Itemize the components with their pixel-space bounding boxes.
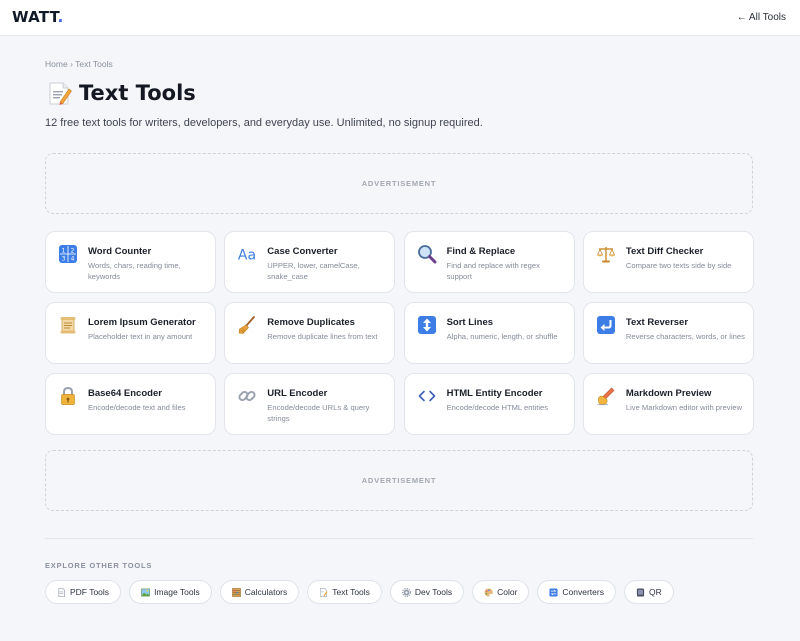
tool-title: Lorem Ipsum Generator bbox=[88, 317, 196, 328]
explore-link-dev-tools[interactable]: Dev Tools bbox=[389, 580, 465, 604]
page-title-row: Text Tools bbox=[45, 80, 196, 106]
tool-card-base64-encoder[interactable]: Base64 Encoder Encode/decode text and fi… bbox=[45, 373, 216, 435]
explore-link-pdf-tools[interactable]: PDF Tools bbox=[45, 580, 122, 604]
svg-text:2: 2 bbox=[71, 248, 75, 255]
tool-grid: 1 2 3 4 Word Counter Words, chars, readi… bbox=[45, 231, 754, 435]
writing-hand-icon bbox=[597, 387, 615, 406]
tool-card-lorem-ipsum-generator[interactable]: Lorem Ipsum Generator Placeholder text i… bbox=[45, 302, 216, 364]
lock-icon bbox=[61, 386, 75, 405]
tool-card-find-replace[interactable]: Find & Replace Find and replace with reg… bbox=[403, 231, 575, 293]
tool-card-sort-lines[interactable]: Sort Lines Alpha, numeric, length, or sh… bbox=[403, 302, 575, 364]
tool-title: Case Converter bbox=[267, 246, 338, 257]
scales-icon bbox=[596, 247, 616, 263]
explore-link-calculators[interactable]: Calculators bbox=[219, 580, 300, 604]
svg-text:Aa: Aa bbox=[238, 248, 256, 264]
gear-icon bbox=[401, 587, 411, 597]
qr-code-icon bbox=[636, 587, 645, 597]
tool-title: HTML Entity Encoder bbox=[446, 388, 543, 399]
abacus-icon bbox=[231, 587, 241, 597]
tool-title: Word Counter bbox=[88, 246, 152, 257]
magnifier-icon bbox=[417, 245, 437, 264]
svg-text:1: 1 bbox=[62, 248, 66, 255]
explore-link-converters[interactable]: Converters bbox=[537, 580, 616, 604]
swap-icon bbox=[549, 587, 558, 597]
explore-links: PDF Tools Image Tools Calculators Text T… bbox=[45, 580, 674, 604]
letters-aa-icon: Aa bbox=[238, 248, 256, 264]
breadcrumb-home[interactable]: Home bbox=[45, 59, 68, 69]
scroll-icon bbox=[60, 317, 76, 334]
tool-title: Find & Replace bbox=[446, 246, 516, 257]
breadcrumb-separator: › bbox=[70, 59, 73, 69]
tool-card-text-reverser[interactable]: Text Reverser Reverse characters, words,… bbox=[582, 302, 754, 364]
tool-description: Reverse characters, words, or lines bbox=[625, 332, 745, 341]
tool-description: Live Markdown editor with preview bbox=[625, 403, 742, 412]
page-title: Text Tools bbox=[79, 81, 196, 105]
tool-description: Words, chars, reading time, keywords bbox=[88, 261, 181, 281]
tool-card-html-entity-encoder[interactable]: HTML Entity Encoder Encode/decode HTML e… bbox=[403, 373, 575, 435]
tool-description: Encode/decode URLs & query strings bbox=[267, 403, 370, 423]
up-down-arrow-icon bbox=[417, 316, 436, 334]
tool-card-markdown-preview[interactable]: Markdown Preview Live Markdown editor wi… bbox=[582, 373, 754, 435]
page-subtitle: 12 free text tools for writers, develope… bbox=[45, 117, 483, 129]
link-icon bbox=[238, 390, 256, 402]
memo-icon bbox=[320, 587, 328, 597]
explore-link-label: Dev Tools bbox=[414, 587, 453, 597]
svg-text:4: 4 bbox=[71, 256, 75, 263]
tool-card-url-encoder[interactable]: URL Encoder Encode/decode URLs & query s… bbox=[224, 373, 396, 435]
explore-link-text-tools[interactable]: Text Tools bbox=[307, 580, 382, 604]
explore-link-label: Color bbox=[497, 587, 518, 597]
advertisement-bottom: ADVERTISEMENT bbox=[45, 450, 753, 511]
tool-card-remove-duplicates[interactable]: Remove Duplicates Remove duplicate lines… bbox=[224, 302, 396, 364]
logo[interactable]: WATT. bbox=[12, 8, 64, 26]
document-icon bbox=[58, 587, 66, 597]
explore-link-label: Image Tools bbox=[154, 587, 200, 597]
palette-icon bbox=[484, 587, 493, 597]
picture-icon bbox=[141, 588, 150, 596]
explore-link-label: Converters bbox=[562, 587, 604, 597]
tool-title: Sort Lines bbox=[446, 317, 494, 328]
return-arrow-icon bbox=[596, 316, 615, 334]
tool-title: Base64 Encoder bbox=[88, 388, 162, 399]
breadcrumb-current: Text Tools bbox=[75, 59, 113, 69]
logo-text: WATT bbox=[12, 8, 58, 26]
explore-link-color[interactable]: Color bbox=[472, 580, 530, 604]
tool-description: Compare two texts side by side bbox=[625, 261, 732, 270]
top-navbar: WATT. ← All Tools bbox=[0, 0, 800, 36]
tool-description: Placeholder text in any amount bbox=[88, 332, 193, 341]
tool-description: Encode/decode text and files bbox=[88, 403, 186, 412]
logo-dot: . bbox=[57, 8, 64, 26]
broom-icon bbox=[238, 316, 256, 334]
number-keys-icon: 1 2 3 4 bbox=[59, 245, 77, 263]
tool-description: Encode/decode HTML entities bbox=[446, 403, 549, 412]
explore-heading: EXPLORE OTHER TOOLS bbox=[45, 561, 153, 570]
explore-link-label: Text Tools bbox=[332, 587, 370, 597]
explore-link-label: PDF Tools bbox=[70, 587, 110, 597]
tool-title: Text Diff Checker bbox=[625, 246, 704, 257]
tool-card-case-converter[interactable]: Aa Case Converter UPPER, lower, camelCas… bbox=[224, 231, 396, 293]
tool-title: Text Reverser bbox=[625, 317, 689, 328]
tool-title: Remove Duplicates bbox=[267, 317, 355, 328]
all-tools-link[interactable]: ← All Tools bbox=[737, 12, 786, 23]
tool-description: Find and replace with regex support bbox=[446, 261, 540, 281]
tool-description: Alpha, numeric, length, or shuffle bbox=[446, 332, 558, 341]
breadcrumb: Home › Text Tools bbox=[45, 59, 113, 69]
tool-card-word-counter[interactable]: 1 2 3 4 Word Counter Words, chars, readi… bbox=[45, 231, 216, 293]
explore-link-qr[interactable]: QR bbox=[623, 580, 674, 604]
tool-card-text-diff-checker[interactable]: Text Diff Checker Compare two texts side… bbox=[582, 231, 754, 293]
svg-text:3: 3 bbox=[62, 256, 66, 263]
code-brackets-icon bbox=[418, 390, 435, 402]
tool-description: Remove duplicate lines from text bbox=[267, 332, 378, 341]
tool-title: URL Encoder bbox=[267, 388, 328, 399]
tool-description: UPPER, lower, camelCase, snake_case bbox=[267, 261, 360, 281]
explore-link-image-tools[interactable]: Image Tools bbox=[129, 580, 212, 604]
explore-link-label: QR bbox=[648, 587, 662, 597]
tool-title: Markdown Preview bbox=[625, 388, 712, 399]
advertisement-top: ADVERTISEMENT bbox=[45, 153, 753, 214]
explore-link-label: Calculators bbox=[244, 587, 288, 597]
memo-icon bbox=[49, 82, 72, 105]
section-divider bbox=[45, 538, 753, 539]
